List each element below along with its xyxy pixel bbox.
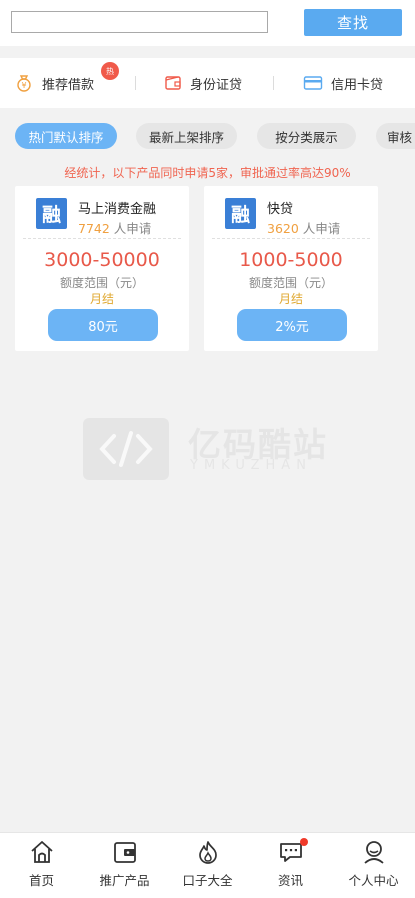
tab-loan-directory[interactable]: 口子大全 xyxy=(166,833,249,898)
watermark: 亿码酷站 YMKUZHAN xyxy=(83,418,333,480)
repayment-term: 月结 xyxy=(278,292,303,306)
apply-button[interactable]: 80元 xyxy=(48,309,158,341)
message-icon xyxy=(278,838,308,866)
tab-news[interactable]: 资讯 xyxy=(249,833,332,898)
notification-dot xyxy=(299,838,308,846)
tab-category-view[interactable]: 按分类展示 xyxy=(257,123,356,149)
apply-button[interactable]: 2%元 xyxy=(237,309,347,341)
category-credit-card-loan[interactable]: 信用卡贷 xyxy=(303,58,383,108)
loan-range-label: 额度范围（元） xyxy=(248,276,333,290)
credit-card-icon xyxy=(303,75,323,91)
flame-icon xyxy=(195,838,221,866)
tab-profile[interactable]: 个人中心 xyxy=(332,833,415,898)
wallet-card-icon xyxy=(112,838,138,866)
category-id-card-loan[interactable]: 身份证贷 xyxy=(164,58,242,108)
svg-text:¥: ¥ xyxy=(21,81,26,90)
notice-text: 经统计，以下产品同时申请5家，审批通过率高达90% xyxy=(64,166,351,180)
category-label: 推荐借款 xyxy=(42,77,95,93)
money-bag-icon: ¥ xyxy=(14,73,34,93)
product-card[interactable]: 融 马上消费金融 7742 人申请 3000-50000 额度范围（元） 月结 … xyxy=(15,186,189,351)
tab-promoted-products[interactable]: 推广产品 xyxy=(83,833,166,898)
loan-range: 1000-5000 xyxy=(239,249,343,271)
user-icon xyxy=(361,838,387,866)
divider xyxy=(273,76,274,90)
hot-badge: 热 xyxy=(101,62,119,80)
category-nav: ¥ 推荐借款 热 身份证贷 信用卡贷 xyxy=(0,58,415,108)
loan-range-label: 额度范围（元） xyxy=(59,276,144,290)
tab-newest-sort[interactable]: 最新上架排序 xyxy=(136,123,237,149)
search-input[interactable] xyxy=(11,11,268,33)
category-recommend-loan[interactable]: ¥ 推荐借款 xyxy=(14,58,94,108)
category-label: 信用卡贷 xyxy=(331,77,384,93)
watermark-logo-icon xyxy=(83,418,169,480)
loan-range: 3000-50000 xyxy=(44,249,160,271)
search-bar: 查找 xyxy=(0,0,415,46)
applicant-count: 7742 人申请 xyxy=(78,221,152,236)
product-logo: 融 xyxy=(36,198,67,229)
divider xyxy=(212,238,370,239)
product-card[interactable]: 融 快贷 3620 人申请 1000-5000 额度范围（元） 月结 2%元 xyxy=(204,186,378,351)
tab-review[interactable]: 审核 xyxy=(376,123,415,149)
divider xyxy=(135,76,136,90)
divider xyxy=(23,238,181,239)
sort-bar: 热门默认排序 最新上架排序 按分类展示 审核 xyxy=(0,114,415,158)
search-button[interactable]: 查找 xyxy=(304,9,402,36)
applicant-count: 3620 人申请 xyxy=(267,221,341,236)
product-logo: 融 xyxy=(225,198,256,229)
wallet-icon xyxy=(164,74,182,92)
product-name: 马上消费金融 xyxy=(78,202,157,217)
repayment-term: 月结 xyxy=(89,292,114,306)
home-icon xyxy=(29,838,55,866)
product-name: 快贷 xyxy=(267,202,294,217)
category-label: 身份证贷 xyxy=(190,77,243,93)
bottom-tab-bar: 首页 推广产品 口子大全 资讯 个人中心 xyxy=(0,832,415,898)
watermark-subtitle: YMKUZHAN xyxy=(190,458,312,473)
tab-hot-default-sort[interactable]: 热门默认排序 xyxy=(15,123,117,149)
tab-home[interactable]: 首页 xyxy=(0,833,83,898)
